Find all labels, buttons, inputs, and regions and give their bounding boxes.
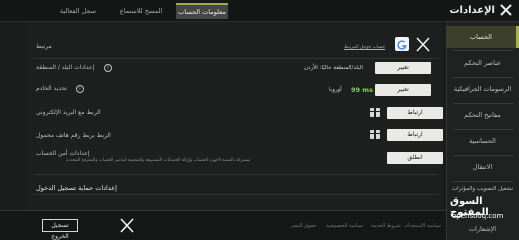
server-label: تحديد الخادم xyxy=(36,85,68,92)
security-go-button[interactable]: انطلق xyxy=(387,152,443,164)
sidebar-item-account[interactable]: الحساب xyxy=(446,26,519,48)
bottom-bar: تسجيل الخروج سياسة الخصوصية حقوق النشر ش… xyxy=(0,210,446,240)
footer-link[interactable]: سياسة الخصوصية xyxy=(326,223,363,229)
sidebar-item-sensitivity[interactable]: الحساسية xyxy=(446,130,519,152)
footer-link[interactable]: حقوق النشر xyxy=(291,223,316,229)
country-value: البلد/المنطقة حاليًا: الأردن xyxy=(304,65,363,71)
watermark-subtitle: opensooq.com xyxy=(452,212,504,220)
linked-account-link[interactable]: حساب جوجل المرتبط xyxy=(344,45,385,50)
divider xyxy=(34,174,438,175)
email-link-label: الربط مع البريد الإلكتروني xyxy=(36,109,101,116)
sidebar-item-control-keys[interactable]: مفاتيح التحكم xyxy=(446,104,519,126)
account-panel: مرتبط حساب جوجل المرتبط إعدادات البلد / … xyxy=(26,22,443,240)
link-phone-button[interactable]: ارتباط xyxy=(387,129,443,141)
gift-icon xyxy=(370,130,380,139)
login-protection-label: إعدادات حماية تسجيل الدخول xyxy=(36,184,117,192)
sidebar-item-notifications[interactable]: الإشعارات xyxy=(446,218,519,240)
divider xyxy=(34,194,438,195)
sidebar-item-audio[interactable]: تشغيل التصويب والمؤثرات xyxy=(446,182,519,196)
divider xyxy=(453,50,513,51)
gift-icon xyxy=(370,108,380,117)
sidebar-item-movement[interactable]: الانتقال xyxy=(446,156,519,178)
sidebar-item-graphics[interactable]: الرسومات الجرافيكية xyxy=(446,78,519,100)
info-icon[interactable]: i xyxy=(76,85,84,93)
x-logo-icon xyxy=(416,37,430,52)
change-server-button[interactable]: تغيير xyxy=(375,84,431,96)
divider xyxy=(34,58,438,59)
tab-scan[interactable]: المسح للاستماع xyxy=(112,3,170,19)
tab-activity-log[interactable]: سجل الفعالية xyxy=(50,3,106,19)
footer-link[interactable]: سياسة الاستخدام xyxy=(405,223,441,229)
server-region: أوروبا xyxy=(329,87,342,93)
top-bar: معلومات الحساب المسح للاستماع سجل الفعال… xyxy=(0,0,519,22)
sidebar-item-controls[interactable]: عناصر التحكم xyxy=(446,52,519,74)
country-label: إعدادات البلد / المنطقة xyxy=(36,64,95,71)
phone-link-label: الربط بربط رقم هاتف محمول xyxy=(36,132,111,139)
page-title: الإعدادات xyxy=(449,5,495,16)
change-country-button[interactable]: تغيير xyxy=(375,62,431,74)
security-description: مشتركة بالنسبة لأجهزة الحساب وإزالة الحس… xyxy=(66,158,251,163)
linked-label: مرتبط xyxy=(36,43,52,50)
footer-link[interactable]: شروط الخدمة xyxy=(371,223,401,229)
google-icon xyxy=(395,37,409,51)
x-logo-icon xyxy=(120,218,134,233)
logout-button[interactable]: تسجيل الخروج xyxy=(42,219,78,240)
server-latency: 99 ms xyxy=(351,86,373,94)
tab-account-info[interactable]: معلومات الحساب xyxy=(176,3,228,19)
info-icon[interactable]: i xyxy=(104,64,112,72)
close-icon[interactable] xyxy=(499,2,513,18)
security-label: إعدادات أمن الحساب xyxy=(36,150,90,157)
link-email-button[interactable]: ارتباط xyxy=(387,107,443,119)
